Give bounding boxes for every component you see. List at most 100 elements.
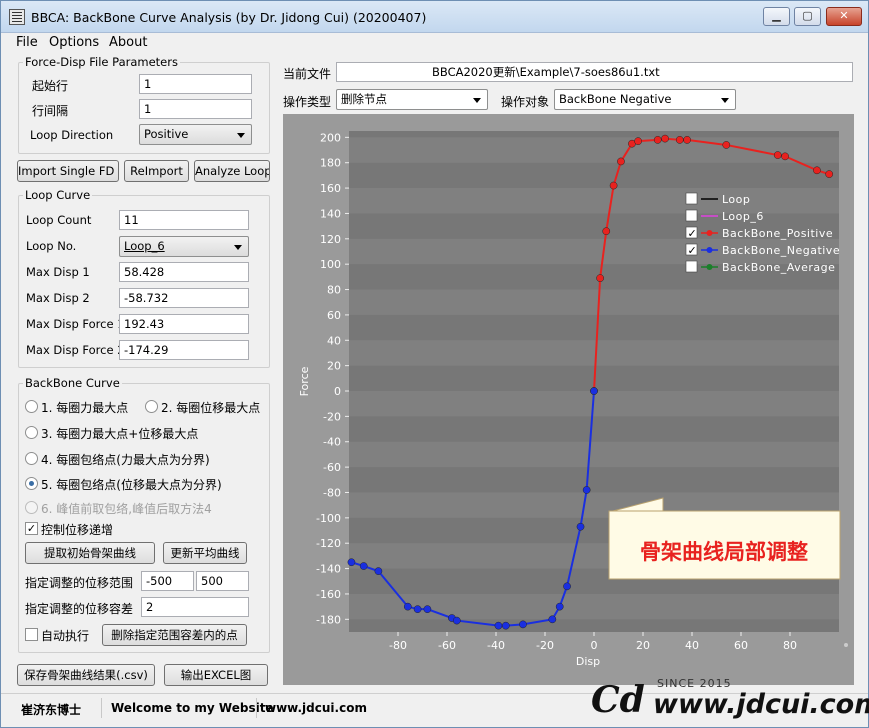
- status-site[interactable]: www.jdcui.com: [265, 701, 367, 715]
- x-tick-label: 80: [783, 639, 797, 652]
- chevron-down-icon: [237, 133, 245, 138]
- max-disp2-label: Max Disp 2: [26, 291, 90, 305]
- data-point[interactable]: [634, 137, 642, 145]
- data-point[interactable]: [722, 141, 731, 149]
- data-point[interactable]: [582, 486, 591, 494]
- radio-opt5[interactable]: [25, 477, 38, 490]
- data-point[interactable]: [374, 567, 383, 575]
- site-logo-icon: Cd: [591, 679, 645, 721]
- data-point[interactable]: [773, 151, 782, 159]
- data-point[interactable]: [596, 274, 604, 282]
- loop-no-select[interactable]: Loop_6: [119, 236, 249, 257]
- radio-opt6: [25, 501, 38, 514]
- legend-checkbox[interactable]: [685, 192, 698, 205]
- op-type-select[interactable]: 删除节点: [336, 89, 488, 110]
- data-point[interactable]: [519, 620, 527, 629]
- current-file-path[interactable]: BBCA2020更新\Example\7-soes86u1.txt: [336, 62, 853, 82]
- opt4-label: 4. 每圈包络点(力最大点为分界): [41, 453, 210, 467]
- max-force1-field[interactable]: 192.43: [119, 314, 249, 334]
- data-point[interactable]: [413, 605, 422, 614]
- radio-opt1[interactable]: [25, 400, 38, 413]
- menu-options[interactable]: Options: [46, 34, 102, 51]
- delete-points-button[interactable]: 删除指定范围容差内的点: [102, 624, 247, 646]
- y-tick-label: 160: [320, 182, 341, 195]
- chart-svg[interactable]: -180 -160 -140 -120 -100 -80 -60 -40 -20 0 20 40 60 8…: [283, 114, 854, 685]
- maximize-button[interactable]: ▢: [794, 7, 821, 26]
- loop-direction-label: Loop Direction: [30, 128, 114, 142]
- max-disp1-label: Max Disp 1: [26, 265, 90, 279]
- range-min-input[interactable]: -500: [141, 571, 194, 591]
- data-point[interactable]: [609, 181, 618, 190]
- y-tick-label: -120: [316, 537, 341, 550]
- radio-opt4[interactable]: [25, 452, 38, 465]
- legend-marker: [706, 264, 713, 270]
- data-point[interactable]: [590, 387, 598, 395]
- data-point[interactable]: [653, 136, 662, 144]
- data-point[interactable]: [452, 616, 461, 625]
- data-point[interactable]: [548, 615, 557, 624]
- max-force2-field[interactable]: -174.29: [119, 340, 249, 360]
- status-separator: [256, 698, 257, 718]
- max-disp2-field[interactable]: -58.732: [119, 288, 249, 308]
- legend-label: Loop_6: [722, 210, 764, 223]
- auto-run-checkbox[interactable]: [25, 628, 38, 641]
- data-point[interactable]: [683, 136, 691, 144]
- update-average-button[interactable]: 更新平均曲线: [163, 542, 247, 564]
- close-button[interactable]: ✕: [826, 7, 862, 26]
- reimport-button[interactable]: ReImport: [124, 160, 189, 182]
- title-bar[interactable]: BBCA: BackBone Curve Analysis (by Dr. Ji…: [1, 1, 868, 33]
- callout-text: 骨架曲线局部调整: [640, 540, 808, 564]
- tolerance-input[interactable]: 2: [141, 597, 249, 617]
- loop-direction-select[interactable]: Positive: [139, 124, 252, 145]
- data-point[interactable]: [825, 170, 834, 178]
- menu-file[interactable]: File: [13, 34, 41, 51]
- max-disp1-field[interactable]: 58.428: [119, 262, 249, 282]
- data-point[interactable]: [403, 602, 412, 611]
- loop-count-field[interactable]: 11: [119, 210, 249, 230]
- data-point[interactable]: [781, 152, 789, 161]
- menu-about[interactable]: About: [106, 34, 150, 51]
- x-axis-label: Disp: [576, 655, 600, 668]
- y-tick-label: -100: [316, 512, 341, 525]
- data-point[interactable]: [494, 621, 503, 630]
- legend-label: Loop: [722, 193, 750, 206]
- x-tick-label: -80: [389, 639, 407, 652]
- extract-backbone-button[interactable]: 提取初始骨架曲线: [25, 542, 155, 564]
- data-point[interactable]: [347, 558, 356, 567]
- legend-checkbox[interactable]: [685, 209, 698, 222]
- opt5-label: 5. 每圈包络点(位移最大点为分界): [41, 478, 222, 492]
- start-row-input[interactable]: 1: [139, 74, 252, 94]
- save-csv-button[interactable]: 保存骨架曲线结果(.csv): [17, 664, 155, 686]
- op-target-select[interactable]: BackBone Negative: [554, 89, 736, 110]
- data-point[interactable]: [813, 166, 821, 175]
- range-max-input[interactable]: 500: [196, 571, 249, 591]
- legend-checkbox[interactable]: [685, 260, 698, 273]
- data-point[interactable]: [359, 562, 368, 570]
- backbone-title: BackBone Curve: [23, 376, 122, 390]
- range-label: 指定调整的位移范围: [25, 576, 134, 590]
- row-interval-input[interactable]: 1: [139, 99, 252, 119]
- data-point[interactable]: [602, 227, 611, 236]
- plot-band: [349, 340, 839, 366]
- data-point[interactable]: [423, 605, 432, 614]
- analyze-loop-button[interactable]: Analyze Loop: [194, 160, 270, 182]
- import-fd-button[interactable]: Import Single FD File: [17, 160, 119, 182]
- data-point[interactable]: [501, 621, 510, 630]
- data-point[interactable]: [675, 136, 684, 144]
- control-disp-checkbox[interactable]: ✓: [25, 522, 38, 535]
- radio-opt2[interactable]: [145, 400, 158, 413]
- data-point[interactable]: [563, 582, 571, 591]
- data-point[interactable]: [576, 522, 585, 531]
- data-point[interactable]: [661, 134, 669, 143]
- backbone-chart[interactable]: -180 -160 -140 -120 -100 -80 -60 -40 -20 0 20 40 60 8…: [283, 114, 854, 685]
- legend-marker: [706, 230, 713, 236]
- menu-bar: File Options About: [1, 33, 868, 53]
- data-point[interactable]: [555, 602, 564, 611]
- data-point[interactable]: [617, 157, 625, 166]
- export-excel-button[interactable]: 输出EXCEL图: [164, 664, 268, 686]
- resize-handle-icon: [844, 643, 848, 647]
- minimize-button[interactable]: ▁: [763, 7, 790, 26]
- radio-opt3[interactable]: [25, 426, 38, 439]
- app-window: BBCA: BackBone Curve Analysis (by Dr. Ji…: [0, 0, 869, 728]
- check-icon: ✓: [688, 244, 697, 257]
